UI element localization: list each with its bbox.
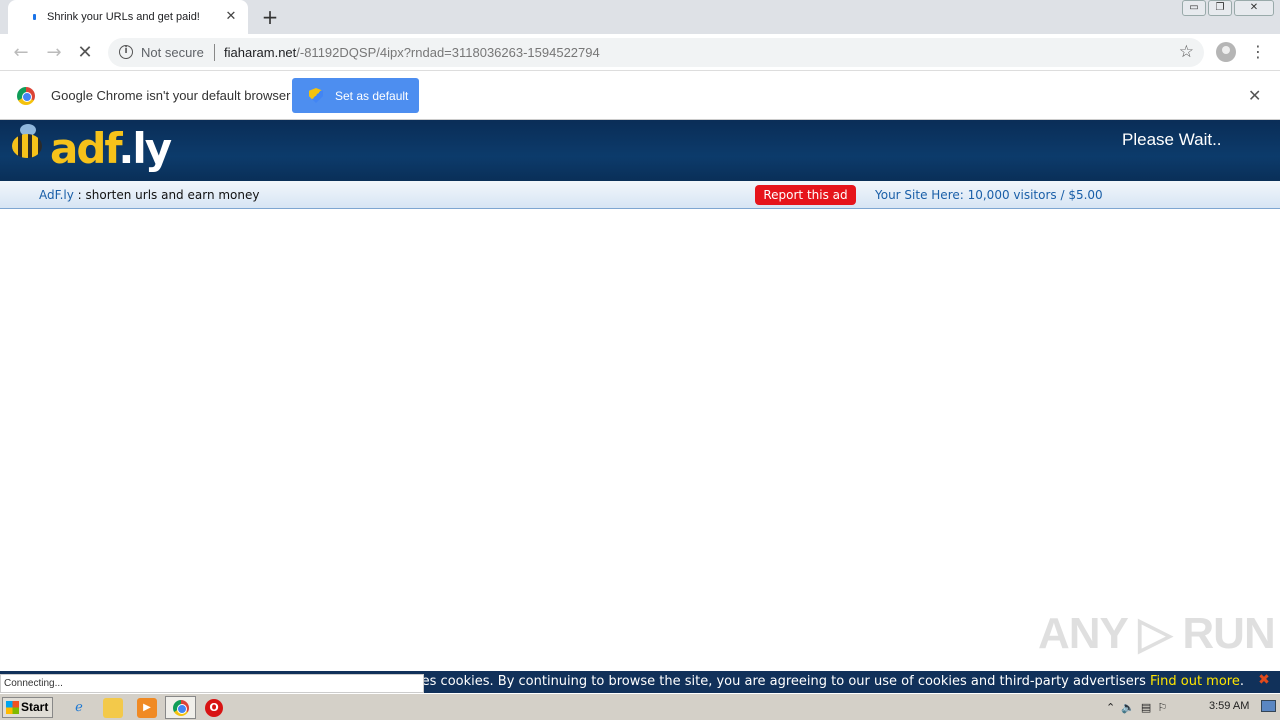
advertise-link[interactable]: Your Site Here: 10,000 visitors / $5.00 bbox=[875, 188, 1103, 202]
infobar-message: Google Chrome isn't your default browser bbox=[51, 88, 291, 103]
back-arrow-icon[interactable]: ← bbox=[10, 42, 32, 64]
tab-strip: Shrink your URLs and get paid! ✕ + ▭ ❐ ✕ bbox=[0, 0, 1280, 34]
uac-shield-icon bbox=[309, 88, 323, 103]
anyrun-watermark: ANY ▷ RUN bbox=[1038, 609, 1276, 658]
adfly-info-bar: AdF.ly : shorten urls and earn money Rep… bbox=[0, 181, 1280, 209]
profile-avatar-icon[interactable] bbox=[1216, 42, 1236, 62]
media-player-icon[interactable]: ▶ bbox=[137, 698, 157, 718]
chrome-icon bbox=[173, 700, 189, 716]
omnibox-separator bbox=[214, 44, 215, 61]
tab-title: Shrink your URLs and get paid! bbox=[47, 11, 200, 23]
default-browser-infobar: Google Chrome isn't your default browser… bbox=[0, 72, 1280, 120]
stop-loading-icon[interactable]: ✕ bbox=[74, 42, 96, 64]
find-out-more-link[interactable]: Find out more bbox=[1150, 674, 1240, 689]
adfly-logo[interactable]: adf.ly bbox=[50, 124, 172, 173]
restore-button[interactable]: ❐ bbox=[1208, 0, 1232, 16]
window-controls: ▭ ❐ ✕ bbox=[1182, 0, 1274, 16]
menu-kebab-icon[interactable]: ⋮ bbox=[1250, 42, 1266, 62]
loading-icon bbox=[33, 14, 36, 20]
please-wait-text: Please Wait.. bbox=[1122, 130, 1222, 149]
status-bubble: Connecting... bbox=[0, 674, 424, 693]
page-content bbox=[0, 209, 1280, 671]
info-icon[interactable]: i bbox=[119, 45, 133, 59]
windows-logo-icon bbox=[6, 701, 19, 714]
set-as-default-label: Set as default bbox=[335, 88, 409, 103]
tagline: AdF.ly : shorten urls and earn money bbox=[39, 188, 260, 202]
chrome-logo-icon bbox=[17, 87, 35, 105]
network-icon[interactable]: ▤ bbox=[1141, 701, 1151, 714]
cookie-close-icon[interactable]: ✖ bbox=[1256, 672, 1272, 688]
adfly-home-link[interactable]: AdF.ly bbox=[39, 188, 74, 202]
forward-arrow-icon[interactable]: → bbox=[43, 42, 65, 64]
infobar-close-icon[interactable]: ✕ bbox=[1248, 86, 1261, 105]
tab-active[interactable]: Shrink your URLs and get paid! ✕ bbox=[8, 0, 248, 34]
url-text[interactable]: fiaharam.net/-81192DQSP/4ipx?rndad=31180… bbox=[224, 45, 600, 60]
internet-explorer-icon[interactable]: ℯ bbox=[69, 698, 89, 718]
bee-mascot-icon bbox=[10, 124, 44, 158]
address-bar[interactable]: i Not secure fiaharam.net/-81192DQSP/4ip… bbox=[108, 38, 1204, 67]
cookie-message: uses cookies. By continuing to browse th… bbox=[406, 674, 1244, 689]
action-center-flag-icon[interactable]: ⚐ bbox=[1157, 701, 1167, 714]
tray-expand-icon[interactable]: ⌃ bbox=[1106, 701, 1115, 714]
opera-icon[interactable]: O bbox=[205, 699, 223, 717]
volume-icon[interactable]: 🔈 bbox=[1121, 701, 1135, 714]
taskbar-chrome-button[interactable] bbox=[165, 696, 196, 719]
set-as-default-button[interactable]: Set as default bbox=[292, 78, 419, 113]
start-button[interactable]: Start bbox=[2, 697, 53, 718]
show-desktop-icon[interactable] bbox=[1261, 700, 1276, 712]
file-explorer-icon[interactable] bbox=[103, 698, 123, 718]
minimize-button[interactable]: ▭ bbox=[1182, 0, 1206, 16]
new-tab-button[interactable]: + bbox=[260, 7, 280, 27]
url-path: /-81192DQSP/4ipx?rndad=3118036263-159452… bbox=[296, 45, 600, 60]
clock[interactable]: 3:59 AM bbox=[1209, 700, 1249, 712]
browser-toolbar: ← → ✕ i Not secure fiaharam.net/-81192DQ… bbox=[0, 34, 1280, 71]
url-host: fiaharam.net bbox=[224, 45, 297, 60]
tab-close-icon[interactable]: ✕ bbox=[224, 10, 238, 24]
security-label[interactable]: Not secure bbox=[141, 45, 204, 60]
close-window-button[interactable]: ✕ bbox=[1234, 0, 1274, 16]
report-ad-button[interactable]: Report this ad bbox=[755, 185, 856, 205]
adfly-header: adf.ly Please Wait.. bbox=[0, 120, 1280, 181]
windows-taskbar: Start ℯ ▶ O ⌃ 🔈 ▤ ⚐ 3:59 AM bbox=[0, 693, 1280, 720]
bookmark-star-icon[interactable]: ☆ bbox=[1179, 42, 1194, 62]
